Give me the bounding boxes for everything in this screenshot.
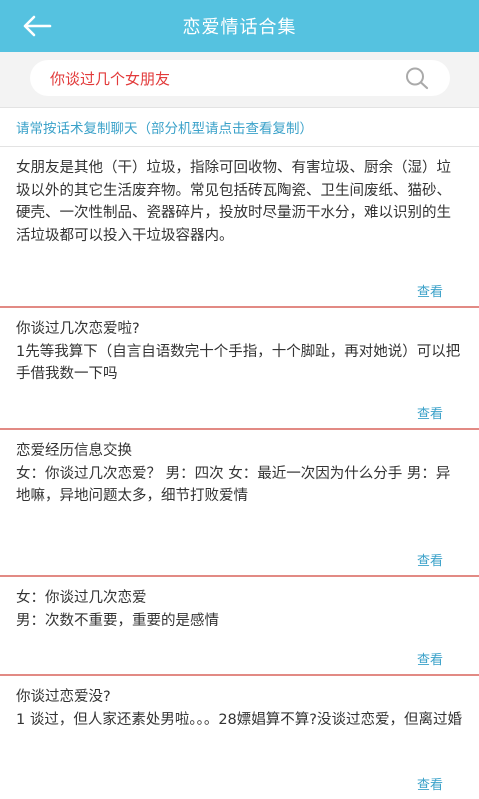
phrase-card[interactable]: 恋爱经历信息交换 女：你谈过几次恋爱？ 男：四次 女：最近一次因为什么分手 男：…	[0, 430, 479, 577]
phrase-card[interactable]: 你谈过恋爱没? 1 谈过，但人家还素处男啦。。。28嫖娼算不算?没谈过恋爱，但离…	[0, 676, 479, 799]
view-button[interactable]: 查看	[417, 649, 443, 668]
search-icon[interactable]	[404, 66, 430, 90]
copy-hint: 请常按话术复制聊天（部分机型请点击查看复制）	[0, 107, 479, 147]
search-box	[30, 60, 450, 96]
view-button[interactable]: 查看	[417, 281, 443, 300]
view-button[interactable]: 查看	[417, 403, 443, 422]
arrow-left-icon	[23, 15, 52, 37]
phrase-text: 恋爱经历信息交换 女：你谈过几次恋爱？ 男：四次 女：最近一次因为什么分手 男：…	[16, 443, 451, 504]
phrase-card[interactable]: 女朋友是其他（干）垃圾，指除可回收物、有害垃圾、厨余（湿）垃圾以外的其它生活废弃…	[0, 147, 479, 308]
page-title: 恋爱情话合集	[182, 17, 297, 38]
phrase-text: 女：你谈过几次恋爱 男：次数不重要，重要的是感情	[16, 590, 219, 629]
search-input[interactable]	[50, 69, 390, 87]
phrase-card[interactable]: 你谈过几次恋爱啦? 1先等我算下（自言自语数完十个手指，十个脚趾，再对她说）可以…	[0, 308, 479, 430]
back-button[interactable]	[22, 10, 62, 42]
phrase-text: 你谈过几次恋爱啦? 1先等我算下（自言自语数完十个手指，十个脚趾，再对她说）可以…	[16, 321, 461, 382]
top-bar: 恋爱情话合集	[0, 0, 479, 52]
phrase-text: 你谈过恋爱没? 1 谈过，但人家还素处男啦。。。28嫖娼算不算?没谈过恋爱，但离…	[16, 689, 462, 728]
phrase-card[interactable]: 女：你谈过几次恋爱 男：次数不重要，重要的是感情 查看	[0, 577, 479, 676]
view-button[interactable]: 查看	[417, 774, 443, 793]
view-button[interactable]: 查看	[417, 550, 443, 569]
phrase-text: 女朋友是其他（干）垃圾，指除可回收物、有害垃圾、厨余（湿）垃圾以外的其它生活废弃…	[16, 160, 451, 244]
search-bar	[0, 52, 479, 107]
